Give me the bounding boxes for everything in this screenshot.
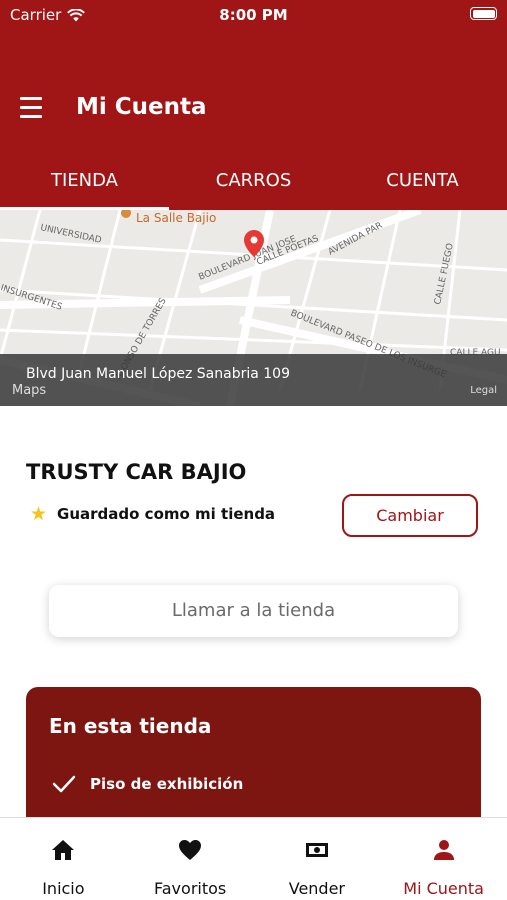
tabbar-inicio[interactable]: Inicio xyxy=(0,818,127,900)
bottom-tab-bar: Inicio Favoritos Vender Mi Cuenta xyxy=(0,817,507,900)
status-bar: Carrier 8:00 PM xyxy=(0,0,507,30)
status-time: 8:00 PM xyxy=(219,6,288,24)
store-name: TRUSTY CAR BAJIO xyxy=(26,460,247,484)
tabbar-vender[interactable]: Vender xyxy=(254,818,381,900)
feature-label: Piso de exhibición xyxy=(90,775,244,793)
user-icon xyxy=(433,840,454,860)
battery-icon xyxy=(470,7,497,20)
store-features-card: En esta tienda Piso de exhibición xyxy=(26,687,481,827)
feature-item: Piso de exhibición xyxy=(52,774,243,794)
star-icon: ★ xyxy=(30,503,48,525)
map-address: Blvd Juan Manuel López Sanabria 109 xyxy=(0,354,507,406)
top-tabs: TIENDA CARROS CUENTA xyxy=(0,158,507,210)
nav-bar: Mi Cuenta xyxy=(0,84,507,130)
maps-logo: Maps xyxy=(12,383,46,398)
menu-icon[interactable] xyxy=(20,92,56,122)
home-icon xyxy=(52,840,75,860)
store-map[interactable]: La Salle Bajio UNIVERSIDAD BOULEVARD JUA… xyxy=(0,210,507,406)
change-store-button[interactable]: Cambiar xyxy=(342,494,478,537)
tabbar-mi-cuenta[interactable]: Mi Cuenta xyxy=(380,818,507,900)
tabbar-label: Mi Cuenta xyxy=(403,879,484,898)
page-title: Mi Cuenta xyxy=(76,94,207,120)
heart-icon xyxy=(179,840,202,860)
tabbar-label: Vender xyxy=(288,879,345,898)
tabbar-label: Favoritos xyxy=(154,879,227,898)
features-title: En esta tienda xyxy=(49,714,212,738)
app-header: Carrier 8:00 PM Mi Cuenta TIENDA CARROS … xyxy=(0,0,507,210)
money-icon xyxy=(305,843,328,857)
tabbar-label: Inicio xyxy=(42,879,85,898)
tabbar-favoritos[interactable]: Favoritos xyxy=(127,818,254,900)
tab-cuenta[interactable]: CUENTA xyxy=(338,158,507,210)
saved-store-row: ★ Guardado como mi tienda xyxy=(30,503,275,525)
tab-tienda[interactable]: TIENDA xyxy=(0,158,169,210)
maps-logo-label: Maps xyxy=(12,383,47,398)
call-store-button[interactable]: Llamar a la tienda xyxy=(49,585,458,637)
address-label: Blvd Juan Manuel López Sanabria 109 xyxy=(26,366,290,382)
tab-carros[interactable]: CARROS xyxy=(169,158,338,210)
poi-label: La Salle Bajio xyxy=(136,211,216,225)
legal-link[interactable]: Legal xyxy=(470,385,497,396)
check-icon xyxy=(52,775,76,793)
saved-label: Guardado como mi tienda xyxy=(57,505,276,523)
